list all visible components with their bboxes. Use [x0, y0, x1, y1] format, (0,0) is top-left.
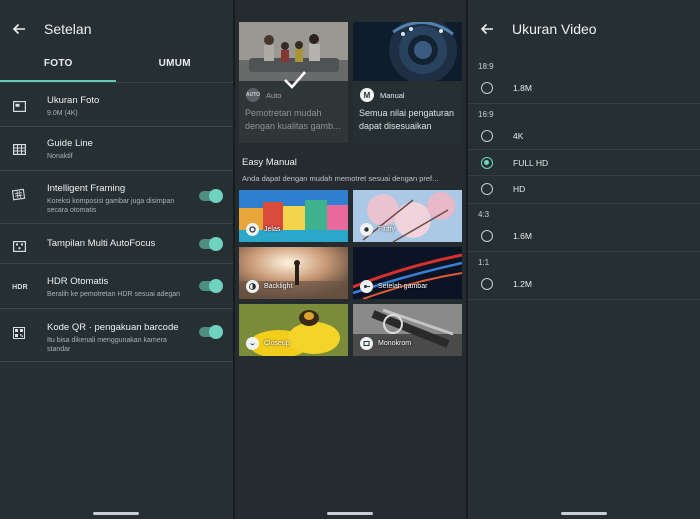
auto-badge-icon: AUTO [246, 88, 260, 102]
radio-button-selected[interactable] [481, 156, 493, 169]
settings-panel: Setelan FOTO UMUM Ukuran Foto 9.0M (4K) … [0, 0, 233, 519]
radio-button[interactable] [481, 82, 493, 94]
auto-mode-photo [239, 22, 348, 89]
camera-modes-panel: AUTO Auto Pemotretan mudah dengan kualit… [235, 0, 466, 519]
easy-manual-title: Easy Manual [242, 157, 297, 168]
option-full-hd[interactable]: FULL HD [468, 149, 700, 175]
multi-autofocus-toggle[interactable] [199, 237, 223, 251]
ratio-group-label: 18:9 [478, 62, 494, 71]
setting-title: Intelligent Framing [47, 183, 126, 194]
scene-jelas[interactable]: Jelas [239, 190, 348, 242]
scene-backlight-icon [246, 280, 259, 293]
mode-description: Pemotretan mudah dengan kualitas gamb... [245, 108, 341, 131]
mode-name: Auto [266, 90, 282, 100]
setting-subtitle: 9.0M (4K) [47, 110, 78, 117]
setting-guide-line[interactable]: Guide Line Nonaktif [0, 127, 233, 171]
ratio-group-label: 16:9 [478, 110, 494, 119]
option-hd[interactable]: HD [468, 175, 700, 201]
mode-description: Semua nilai pengaturan dapat disesuaikan [359, 108, 455, 131]
easy-manual-subtitle: Anda dapat dengan mudah memotret sesuai … [242, 174, 439, 183]
framing-icon [11, 186, 27, 202]
home-indicator [93, 512, 139, 515]
setting-hdr-auto[interactable]: HDR HDR Otomatis Beralih ke pemotretan H… [0, 264, 233, 309]
scene-closeup-icon [246, 337, 259, 350]
setting-multi-autofocus[interactable]: Tampilan Multi AutoFocus [0, 224, 233, 264]
ratio-group-label: 1:1 [478, 258, 490, 267]
scene-closeup[interactable]: Closeup [239, 304, 348, 356]
setting-subtitle: Koreksi komposisi gambar juga disimpan s… [47, 198, 175, 214]
scene-after-image-icon [360, 280, 373, 293]
mode-card-manual[interactable]: M Manual Semua nilai pengaturan dapat di… [353, 22, 462, 143]
manual-mode-photo [353, 22, 462, 84]
setting-qr-code[interactable]: Kode QR · pengakuan barcode Itu bisa dik… [0, 309, 233, 362]
setting-title: Kode QR · pengakuan barcode [47, 322, 179, 333]
option-1-8m[interactable]: 1.8M [468, 75, 700, 101]
radio-button[interactable] [481, 230, 493, 242]
scene-monochrome-icon [360, 337, 373, 350]
option-1-2m[interactable]: 1.2M [468, 271, 700, 297]
option-1-6m[interactable]: 1.6M [468, 223, 700, 249]
hdr-icon: HDR [12, 283, 28, 291]
arrow-left-icon [480, 23, 493, 35]
mode-name: Manual [380, 90, 405, 100]
scene-fluffy-icon [360, 223, 373, 236]
radio-button[interactable] [481, 278, 493, 290]
setting-title: Guide Line [47, 138, 93, 149]
tab-umum[interactable]: UMUM [117, 58, 234, 82]
setting-subtitle: Nonaktif [47, 153, 73, 160]
grid-icon [11, 141, 27, 157]
tab-indicator [0, 80, 116, 82]
video-size-panel: Ukuran Video 18:9 1.8M 16:9 4K FULL HD H… [468, 0, 700, 519]
back-button[interactable] [478, 20, 496, 38]
ratio-group-label: 4:3 [478, 210, 490, 219]
arrow-left-icon [12, 23, 25, 35]
settings-tabs: FOTO UMUM [0, 58, 233, 82]
home-indicator [327, 512, 373, 515]
qr-code-icon [11, 325, 27, 341]
radio-button[interactable] [481, 182, 493, 195]
scene-jelas-icon [246, 223, 259, 236]
scene-backlight[interactable]: Backlight [239, 247, 348, 299]
tab-foto[interactable]: FOTO [0, 58, 117, 82]
mode-card-auto[interactable]: AUTO Auto Pemotretan mudah dengan kualit… [239, 22, 348, 143]
page-title: Ukuran Video [512, 21, 597, 37]
setting-subtitle: Beralih ke pemotretan HDR sesuai adegan [47, 291, 181, 298]
photo-size-icon [11, 98, 27, 114]
option-4k[interactable]: 4K [468, 123, 700, 149]
settings-appbar: Setelan [0, 0, 233, 58]
intelligent-framing-toggle[interactable] [199, 189, 223, 203]
scene-monokrom[interactable]: Monokrom [353, 304, 462, 356]
manual-badge-icon: M [360, 88, 374, 102]
hdr-auto-toggle[interactable] [199, 279, 223, 293]
checkmark-icon [284, 71, 306, 89]
autofocus-icon [11, 238, 27, 254]
video-appbar: Ukuran Video [468, 0, 700, 58]
scene-setelah-gambar[interactable]: Setelah gambar [353, 247, 462, 299]
page-title: Setelan [44, 21, 92, 37]
qr-code-toggle[interactable] [199, 325, 223, 339]
scene-fluffy[interactable]: Fluffy [353, 190, 462, 242]
radio-button[interactable] [481, 130, 493, 142]
setting-photo-size[interactable]: Ukuran Foto 9.0M (4K) [0, 83, 233, 127]
back-button[interactable] [10, 20, 28, 38]
setting-subtitle: Itu bisa dikenali menggunakan kamera sta… [47, 337, 167, 353]
setting-intelligent-framing[interactable]: Intelligent Framing Koreksi komposisi ga… [0, 171, 233, 224]
home-indicator [561, 512, 607, 515]
setting-title: Ukuran Foto [47, 95, 100, 106]
